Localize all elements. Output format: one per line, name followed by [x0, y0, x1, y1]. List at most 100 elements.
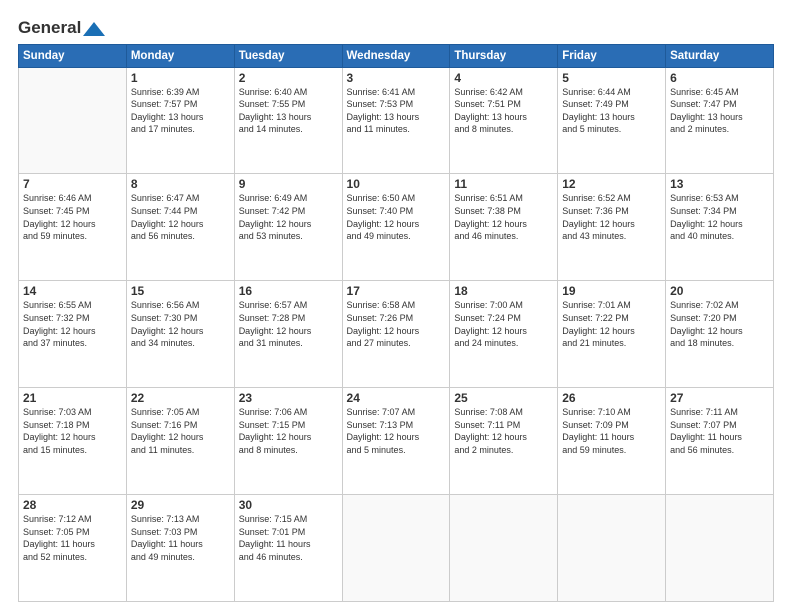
cell-info: Sunrise: 6:49 AM Sunset: 7:42 PM Dayligh… — [239, 192, 338, 242]
cell-day-number: 23 — [239, 391, 338, 405]
calendar-cell: 21Sunrise: 7:03 AM Sunset: 7:18 PM Dayli… — [19, 388, 127, 495]
day-header-saturday: Saturday — [666, 44, 774, 67]
cell-info: Sunrise: 7:06 AM Sunset: 7:15 PM Dayligh… — [239, 406, 338, 456]
cell-day-number: 10 — [347, 177, 446, 191]
logo-text-block: General — [18, 18, 105, 38]
calendar-cell: 13Sunrise: 6:53 AM Sunset: 7:34 PM Dayli… — [666, 174, 774, 281]
cell-day-number: 1 — [131, 71, 230, 85]
cell-day-number: 15 — [131, 284, 230, 298]
cell-info: Sunrise: 7:03 AM Sunset: 7:18 PM Dayligh… — [23, 406, 122, 456]
cell-day-number: 6 — [670, 71, 769, 85]
day-header-sunday: Sunday — [19, 44, 127, 67]
calendar-week-5: 28Sunrise: 7:12 AM Sunset: 7:05 PM Dayli… — [19, 495, 774, 602]
cell-info: Sunrise: 7:07 AM Sunset: 7:13 PM Dayligh… — [347, 406, 446, 456]
cell-info: Sunrise: 7:05 AM Sunset: 7:16 PM Dayligh… — [131, 406, 230, 456]
cell-day-number: 11 — [454, 177, 553, 191]
cell-info: Sunrise: 6:58 AM Sunset: 7:26 PM Dayligh… — [347, 299, 446, 349]
cell-day-number: 29 — [131, 498, 230, 512]
cell-info: Sunrise: 6:41 AM Sunset: 7:53 PM Dayligh… — [347, 86, 446, 136]
cell-info: Sunrise: 6:56 AM Sunset: 7:30 PM Dayligh… — [131, 299, 230, 349]
cell-day-number: 9 — [239, 177, 338, 191]
cell-info: Sunrise: 7:12 AM Sunset: 7:05 PM Dayligh… — [23, 513, 122, 563]
calendar-cell: 25Sunrise: 7:08 AM Sunset: 7:11 PM Dayli… — [450, 388, 558, 495]
cell-info: Sunrise: 7:11 AM Sunset: 7:07 PM Dayligh… — [670, 406, 769, 456]
cell-info: Sunrise: 7:00 AM Sunset: 7:24 PM Dayligh… — [454, 299, 553, 349]
logo: General — [18, 18, 105, 38]
calendar-cell: 28Sunrise: 7:12 AM Sunset: 7:05 PM Dayli… — [19, 495, 127, 602]
cell-info: Sunrise: 7:10 AM Sunset: 7:09 PM Dayligh… — [562, 406, 661, 456]
calendar-cell: 17Sunrise: 6:58 AM Sunset: 7:26 PM Dayli… — [342, 281, 450, 388]
cell-info: Sunrise: 6:51 AM Sunset: 7:38 PM Dayligh… — [454, 192, 553, 242]
day-header-monday: Monday — [126, 44, 234, 67]
cell-info: Sunrise: 6:44 AM Sunset: 7:49 PM Dayligh… — [562, 86, 661, 136]
calendar-cell: 3Sunrise: 6:41 AM Sunset: 7:53 PM Daylig… — [342, 67, 450, 174]
calendar-cell: 18Sunrise: 7:00 AM Sunset: 7:24 PM Dayli… — [450, 281, 558, 388]
cell-day-number: 21 — [23, 391, 122, 405]
calendar-cell — [666, 495, 774, 602]
cell-day-number: 17 — [347, 284, 446, 298]
page: General SundayMondayTuesdayWednesdayThur… — [0, 0, 792, 612]
cell-info: Sunrise: 6:57 AM Sunset: 7:28 PM Dayligh… — [239, 299, 338, 349]
cell-info: Sunrise: 6:39 AM Sunset: 7:57 PM Dayligh… — [131, 86, 230, 136]
cell-info: Sunrise: 6:47 AM Sunset: 7:44 PM Dayligh… — [131, 192, 230, 242]
cell-info: Sunrise: 7:01 AM Sunset: 7:22 PM Dayligh… — [562, 299, 661, 349]
cell-info: Sunrise: 6:52 AM Sunset: 7:36 PM Dayligh… — [562, 192, 661, 242]
calendar-cell — [342, 495, 450, 602]
calendar-cell: 10Sunrise: 6:50 AM Sunset: 7:40 PM Dayli… — [342, 174, 450, 281]
cell-info: Sunrise: 7:13 AM Sunset: 7:03 PM Dayligh… — [131, 513, 230, 563]
calendar-cell: 29Sunrise: 7:13 AM Sunset: 7:03 PM Dayli… — [126, 495, 234, 602]
calendar-header-row: SundayMondayTuesdayWednesdayThursdayFrid… — [19, 44, 774, 67]
calendar-cell: 19Sunrise: 7:01 AM Sunset: 7:22 PM Dayli… — [558, 281, 666, 388]
calendar-cell: 1Sunrise: 6:39 AM Sunset: 7:57 PM Daylig… — [126, 67, 234, 174]
cell-info: Sunrise: 6:55 AM Sunset: 7:32 PM Dayligh… — [23, 299, 122, 349]
cell-day-number: 3 — [347, 71, 446, 85]
cell-day-number: 22 — [131, 391, 230, 405]
calendar-table: SundayMondayTuesdayWednesdayThursdayFrid… — [18, 44, 774, 602]
cell-day-number: 18 — [454, 284, 553, 298]
cell-info: Sunrise: 6:46 AM Sunset: 7:45 PM Dayligh… — [23, 192, 122, 242]
calendar-cell: 16Sunrise: 6:57 AM Sunset: 7:28 PM Dayli… — [234, 281, 342, 388]
cell-info: Sunrise: 6:42 AM Sunset: 7:51 PM Dayligh… — [454, 86, 553, 136]
calendar-cell: 5Sunrise: 6:44 AM Sunset: 7:49 PM Daylig… — [558, 67, 666, 174]
calendar-week-4: 21Sunrise: 7:03 AM Sunset: 7:18 PM Dayli… — [19, 388, 774, 495]
calendar-cell: 27Sunrise: 7:11 AM Sunset: 7:07 PM Dayli… — [666, 388, 774, 495]
day-header-friday: Friday — [558, 44, 666, 67]
calendar-cell: 12Sunrise: 6:52 AM Sunset: 7:36 PM Dayli… — [558, 174, 666, 281]
calendar-week-1: 1Sunrise: 6:39 AM Sunset: 7:57 PM Daylig… — [19, 67, 774, 174]
calendar-cell: 20Sunrise: 7:02 AM Sunset: 7:20 PM Dayli… — [666, 281, 774, 388]
cell-day-number: 24 — [347, 391, 446, 405]
cell-info: Sunrise: 6:50 AM Sunset: 7:40 PM Dayligh… — [347, 192, 446, 242]
header: General — [18, 18, 774, 38]
cell-info: Sunrise: 7:08 AM Sunset: 7:11 PM Dayligh… — [454, 406, 553, 456]
cell-day-number: 19 — [562, 284, 661, 298]
calendar-cell — [19, 67, 127, 174]
calendar-cell: 23Sunrise: 7:06 AM Sunset: 7:15 PM Dayli… — [234, 388, 342, 495]
calendar-cell: 15Sunrise: 6:56 AM Sunset: 7:30 PM Dayli… — [126, 281, 234, 388]
logo-general: General — [18, 18, 105, 38]
cell-day-number: 12 — [562, 177, 661, 191]
cell-day-number: 4 — [454, 71, 553, 85]
calendar-cell: 11Sunrise: 6:51 AM Sunset: 7:38 PM Dayli… — [450, 174, 558, 281]
cell-day-number: 26 — [562, 391, 661, 405]
calendar-cell: 26Sunrise: 7:10 AM Sunset: 7:09 PM Dayli… — [558, 388, 666, 495]
cell-info: Sunrise: 7:02 AM Sunset: 7:20 PM Dayligh… — [670, 299, 769, 349]
cell-day-number: 28 — [23, 498, 122, 512]
cell-day-number: 7 — [23, 177, 122, 191]
cell-day-number: 20 — [670, 284, 769, 298]
cell-day-number: 8 — [131, 177, 230, 191]
cell-day-number: 14 — [23, 284, 122, 298]
calendar-cell — [558, 495, 666, 602]
calendar-cell: 6Sunrise: 6:45 AM Sunset: 7:47 PM Daylig… — [666, 67, 774, 174]
calendar-cell: 7Sunrise: 6:46 AM Sunset: 7:45 PM Daylig… — [19, 174, 127, 281]
calendar-cell: 14Sunrise: 6:55 AM Sunset: 7:32 PM Dayli… — [19, 281, 127, 388]
day-header-thursday: Thursday — [450, 44, 558, 67]
calendar-cell: 22Sunrise: 7:05 AM Sunset: 7:16 PM Dayli… — [126, 388, 234, 495]
calendar-cell: 8Sunrise: 6:47 AM Sunset: 7:44 PM Daylig… — [126, 174, 234, 281]
calendar-cell: 2Sunrise: 6:40 AM Sunset: 7:55 PM Daylig… — [234, 67, 342, 174]
cell-info: Sunrise: 6:53 AM Sunset: 7:34 PM Dayligh… — [670, 192, 769, 242]
cell-day-number: 16 — [239, 284, 338, 298]
cell-info: Sunrise: 7:15 AM Sunset: 7:01 PM Dayligh… — [239, 513, 338, 563]
cell-day-number: 2 — [239, 71, 338, 85]
day-header-tuesday: Tuesday — [234, 44, 342, 67]
calendar-cell: 24Sunrise: 7:07 AM Sunset: 7:13 PM Dayli… — [342, 388, 450, 495]
